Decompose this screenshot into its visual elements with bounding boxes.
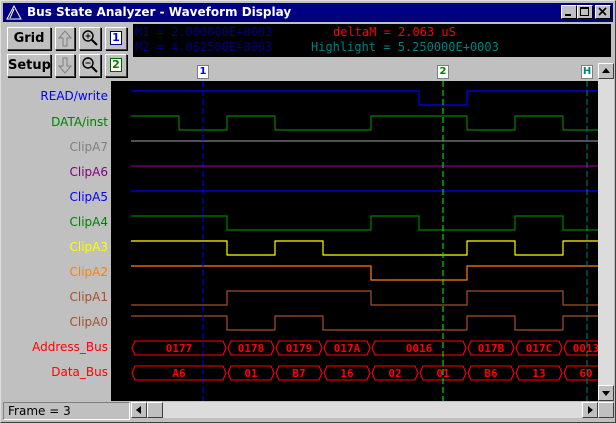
signal-name-divider [111, 81, 131, 401]
marker1-tab[interactable]: 1 [197, 65, 209, 79]
data-bus-value: 01 [244, 367, 258, 380]
close-button[interactable] [595, 5, 611, 19]
frame-status: Frame = 3 [8, 404, 71, 418]
scroll-corner [598, 402, 614, 418]
app-icon [6, 5, 22, 20]
signal-trace-7 [131, 265, 598, 281]
zoom-in-button[interactable] [79, 27, 101, 50]
signal-name-address-bus[interactable]: Address_Bus [32, 340, 108, 354]
address-bus-value: 017C [526, 342, 553, 355]
signal-trace-0 [131, 90, 598, 106]
address-bus-value: 0013 [573, 342, 598, 355]
title-bar[interactable]: Bus State Analyzer - Waveform Display [3, 3, 613, 22]
arrow-up-icon [57, 30, 73, 47]
grid-button[interactable]: Grid [7, 27, 51, 50]
scroll-left-arrow-icon [136, 406, 141, 414]
scroll-up-button[interactable] [55, 27, 75, 50]
marker-readout-panel: M1 = 2.000000E+0003 M2 = 4.062500E+0003 … [133, 24, 611, 57]
m1-readout: M1 = 2.000000E+0003 [135, 25, 273, 39]
signal-name-read-write[interactable]: READ/write [40, 89, 108, 103]
data-bus-value: 16 [340, 367, 354, 380]
maximize-button[interactable] [577, 5, 593, 19]
address-bus-value: 0179 [286, 342, 313, 355]
highlight-tab[interactable]: H [581, 65, 593, 79]
scroll-down-arrow-icon [602, 391, 610, 396]
signal-name-clipa7[interactable]: ClipA7 [69, 140, 108, 154]
signal-name-clipa5[interactable]: ClipA5 [69, 190, 108, 204]
signal-trace-5 [131, 215, 598, 231]
data-bus-value: 13 [532, 367, 545, 380]
signal-trace-6 [131, 240, 598, 256]
signal-name-clipa2[interactable]: ClipA2 [69, 265, 108, 279]
m2-readout: M2 = 4.062500E+0003 [135, 40, 273, 54]
signal-name-clipa0[interactable]: ClipA0 [69, 315, 108, 329]
signal-name-clipa1[interactable]: ClipA1 [69, 290, 108, 304]
arrow-down-icon [57, 57, 73, 74]
signal-trace-9 [131, 315, 598, 331]
waveform-area[interactable]: 0177 0178 0179 017A 0016 017B 017C 0013 A6 01 B7 16… [131, 81, 598, 401]
marker2-button-label: 2 [110, 58, 122, 72]
hscroll-right-button[interactable] [582, 402, 598, 418]
setup-button[interactable]: Setup [7, 54, 51, 77]
address-bus-value: 017A [334, 342, 361, 355]
hscroll-left-button[interactable] [131, 402, 147, 418]
minimize-icon [565, 14, 571, 16]
hscroll-thumb[interactable] [147, 402, 163, 418]
address-bus-value: 0177 [166, 342, 193, 355]
signal-name-clipa4[interactable]: ClipA4 [69, 215, 108, 229]
vertical-scrollbar[interactable] [598, 63, 614, 401]
delta-readout: deltaM = 2.063 uS [333, 25, 456, 39]
scroll-down-button[interactable] [55, 54, 75, 77]
marker2-tab[interactable]: 2 [437, 65, 449, 79]
address-bus-value: 017B [478, 342, 505, 355]
signal-name-clipa6[interactable]: ClipA6 [69, 165, 108, 179]
marker1-button-label: 1 [110, 31, 122, 45]
data-bus-value: 02 [388, 367, 401, 380]
signal-name-data-inst[interactable]: DATA/inst [51, 115, 108, 129]
vscroll-down-button[interactable] [598, 385, 614, 401]
signal-names-panel: READ/write DATA/inst ClipA7 ClipA6 ClipA… [7, 81, 110, 401]
signal-name-data-bus[interactable]: Data_Bus [51, 365, 108, 379]
vscroll-up-button[interactable] [598, 63, 614, 79]
scroll-right-arrow-icon [588, 406, 593, 414]
data-bus-value: A6 [172, 367, 186, 380]
marker1-button[interactable]: 1 [105, 27, 127, 50]
maximize-icon [580, 7, 589, 16]
marker2-button[interactable]: 2 [105, 54, 127, 77]
signal-name-clipa3[interactable]: ClipA3 [69, 240, 108, 254]
setup-button-label: Setup [8, 58, 51, 73]
scroll-up-arrow-icon [602, 68, 610, 73]
status-bar: Frame = 3 [3, 402, 130, 420]
zoom-out-button[interactable] [79, 54, 101, 77]
zoom-out-icon [82, 57, 98, 73]
data-bus-value: B7 [292, 367, 305, 380]
signal-trace-8 [131, 290, 598, 306]
horizontal-scrollbar[interactable] [131, 402, 598, 418]
app-window: Bus State Analyzer - Waveform Display Gr… [0, 0, 616, 423]
address-bus-value: 0178 [238, 342, 265, 355]
address-bus-value: 0016 [406, 342, 433, 355]
minimize-button[interactable] [561, 5, 577, 19]
close-icon [598, 7, 607, 16]
grid-button-label: Grid [13, 31, 45, 46]
zoom-in-icon [82, 30, 98, 46]
data-bus-value: 60 [579, 367, 592, 380]
data-bus-value: B6 [484, 367, 498, 380]
waveform-canvas: 0177 0178 0179 017A 0016 017B 017C 0013 A6 01 B7 16… [131, 81, 598, 401]
window-title: Bus State Analyzer - Waveform Display [27, 5, 292, 19]
highlight-readout: Highlight = 5.250000E+0003 [311, 40, 499, 54]
signal-trace-1 [131, 115, 598, 131]
